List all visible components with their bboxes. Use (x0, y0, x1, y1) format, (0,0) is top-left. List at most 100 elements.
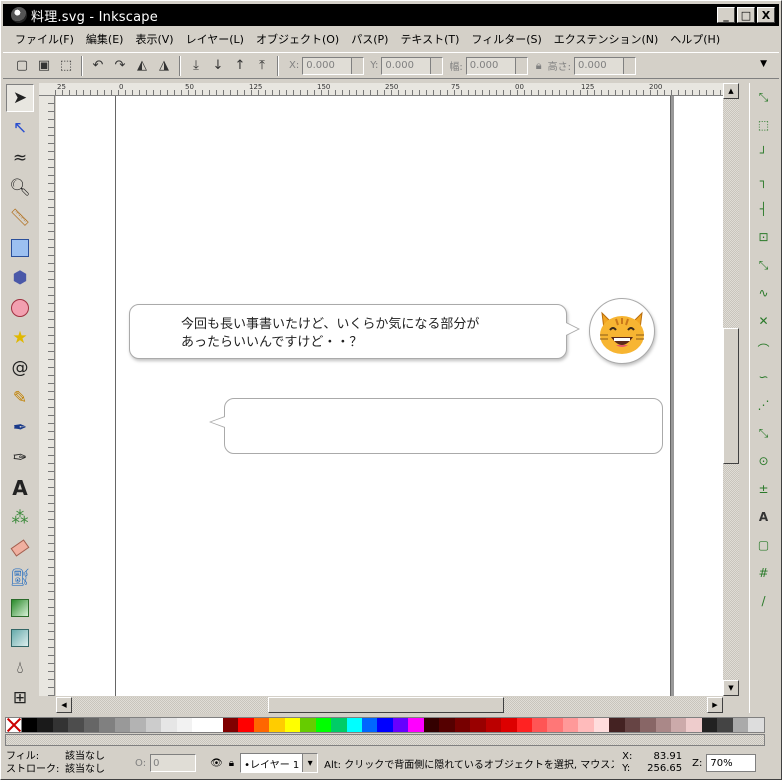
color-swatch[interactable] (748, 718, 764, 732)
color-swatch[interactable] (562, 718, 579, 732)
layer-selector[interactable]: •レイヤー 1 (240, 753, 319, 773)
zoom-tool-icon[interactable]: 🔍︎ (6, 174, 34, 202)
color-swatch[interactable] (377, 718, 393, 732)
eraser-tool-icon[interactable] (6, 534, 34, 562)
deselect-icon[interactable]: ⬚ (55, 55, 77, 77)
snap-guides-icon[interactable]: / (753, 588, 775, 614)
menu-object[interactable]: オブジェクト(O) (250, 31, 345, 47)
color-swatch[interactable] (392, 718, 409, 732)
color-swatch[interactable] (423, 718, 440, 732)
color-swatch[interactable] (300, 718, 316, 732)
color-swatch[interactable] (717, 718, 733, 732)
horizontal-scrollbar[interactable]: ◀ ▶ (56, 697, 723, 713)
speech-bubble-empty[interactable] (209, 398, 663, 454)
color-swatch[interactable] (176, 718, 192, 732)
menu-layer[interactable]: レイヤー(L) (180, 31, 250, 47)
scroll-down-button[interactable]: ▼ (723, 680, 739, 696)
snap-bbox-centers-icon[interactable]: ⊡ (753, 224, 775, 250)
snap-text-icon[interactable]: A (753, 504, 775, 530)
lock-icon[interactable]: 🔒︎ (536, 59, 542, 73)
spray-tool-icon[interactable]: ⁂ (6, 504, 34, 532)
select-all-icon[interactable]: ▢ (11, 55, 33, 77)
zoom-field[interactable]: 70% (706, 754, 757, 772)
color-swatch[interactable] (578, 718, 594, 732)
snap-rotation-centers-icon[interactable]: ⊙ (753, 448, 775, 474)
snap-nodes-icon[interactable]: ⤡ (753, 252, 775, 278)
paint-bucket-tool-icon[interactable]: ⛽︎ (6, 564, 34, 592)
minimize-button[interactable]: _ (717, 7, 735, 23)
vertical-scrollbar[interactable]: ▲ ▼ (723, 83, 739, 696)
no-paint-swatch[interactable] (6, 718, 22, 732)
color-swatch[interactable] (655, 718, 672, 732)
connector-tool-icon[interactable]: ⊞ (6, 684, 34, 712)
color-swatch[interactable] (624, 718, 641, 732)
width-field[interactable]: 0.000 (465, 56, 528, 75)
color-swatch[interactable] (439, 718, 455, 732)
snap-page-border-icon[interactable]: ▢ (753, 532, 775, 558)
maximize-button[interactable]: □ (737, 7, 755, 23)
snap-midpoints-icon[interactable]: ⋰ (753, 392, 775, 418)
color-swatch[interactable] (269, 718, 285, 732)
color-swatch[interactable] (686, 718, 702, 732)
color-swatch[interactable] (485, 718, 502, 732)
color-swatch[interactable] (547, 718, 563, 732)
flip-vertical-icon[interactable]: ◮ (153, 55, 175, 77)
3d-box-tool-icon[interactable]: ⬢ (6, 264, 34, 292)
snap-text-baseline-icon[interactable]: ± (753, 476, 775, 502)
rotate-ccw-icon[interactable]: ↶ (87, 55, 109, 77)
ellipse-tool-icon[interactable] (6, 294, 34, 322)
menu-edit[interactable]: 編集(E) (80, 31, 130, 47)
color-swatch[interactable] (454, 718, 471, 732)
x-field[interactable]: 0.000 (302, 56, 365, 75)
color-swatch[interactable] (284, 718, 301, 732)
pencil-tool-icon[interactable]: ✎ (6, 384, 34, 412)
palette-scrollbar[interactable] (5, 734, 765, 746)
color-swatch[interactable] (191, 718, 208, 732)
vertical-scroll-thumb[interactable] (723, 328, 739, 464)
color-swatch[interactable] (531, 718, 548, 732)
snap-bbox-corners-icon[interactable]: ┐ (753, 168, 775, 194)
snap-paths-icon[interactable]: ∿ (753, 280, 775, 306)
snap-toggle-icon[interactable]: ⤡ (753, 84, 775, 110)
color-swatch[interactable] (52, 718, 69, 732)
mesh-tool-icon[interactable] (6, 624, 34, 652)
snap-smooth-nodes-icon[interactable]: ∽ (753, 364, 775, 390)
stroke-value[interactable]: 該当なし (65, 763, 135, 776)
color-swatch[interactable] (114, 718, 131, 732)
tweak-tool-icon[interactable]: ≈ (6, 144, 34, 172)
selector-tool-icon[interactable]: ➤ (6, 84, 34, 112)
color-swatch[interactable] (671, 718, 687, 732)
drawing-canvas[interactable]: 今回も長い事書いたけど、いくらか気になる部分が あったらいいんですけど・・？ (56, 96, 723, 696)
height-field[interactable]: 0.000 (574, 56, 636, 75)
snap-object-centers-icon[interactable]: ⤡ (753, 420, 775, 446)
layer-visibility-icon[interactable]: 👁︎ (210, 758, 223, 769)
close-button[interactable]: X (757, 7, 775, 23)
rotate-cw-icon[interactable]: ↷ (109, 55, 131, 77)
layer-lock-icon[interactable]: 🔒︎ (229, 758, 234, 769)
menu-text[interactable]: テキスト(T) (394, 31, 465, 47)
color-swatch[interactable] (470, 718, 486, 732)
color-swatch[interactable] (145, 718, 162, 732)
snap-intersections-icon[interactable]: ✕ (753, 308, 775, 334)
raise-icon[interactable]: ↑ (229, 55, 251, 77)
color-swatch[interactable] (732, 718, 749, 732)
y-field[interactable]: 0.000 (381, 56, 444, 75)
scroll-up-button[interactable]: ▲ (723, 83, 739, 99)
horizontal-scroll-thumb[interactable] (268, 697, 504, 713)
raise-to-top-icon[interactable]: ⤒ (251, 55, 273, 77)
spiral-tool-icon[interactable]: @ (6, 354, 34, 382)
rectangle-tool-icon[interactable] (6, 234, 34, 262)
lower-icon[interactable]: ↓ (207, 55, 229, 77)
snap-bbox-icon[interactable]: ⬚ (753, 112, 775, 138)
color-swatch[interactable] (253, 718, 270, 732)
color-swatch[interactable] (83, 718, 100, 732)
fill-value[interactable]: 該当なし (65, 750, 135, 763)
color-swatch[interactable] (361, 718, 378, 732)
text-tool-icon[interactable]: A (6, 474, 34, 502)
node-tool-icon[interactable]: ↖ (6, 114, 34, 142)
lower-to-bottom-icon[interactable]: ⤓ (185, 55, 207, 77)
color-swatch[interactable] (640, 718, 656, 732)
scroll-left-button[interactable]: ◀ (56, 697, 72, 713)
scroll-right-button[interactable]: ▶ (707, 697, 723, 713)
color-swatch[interactable] (609, 718, 625, 732)
